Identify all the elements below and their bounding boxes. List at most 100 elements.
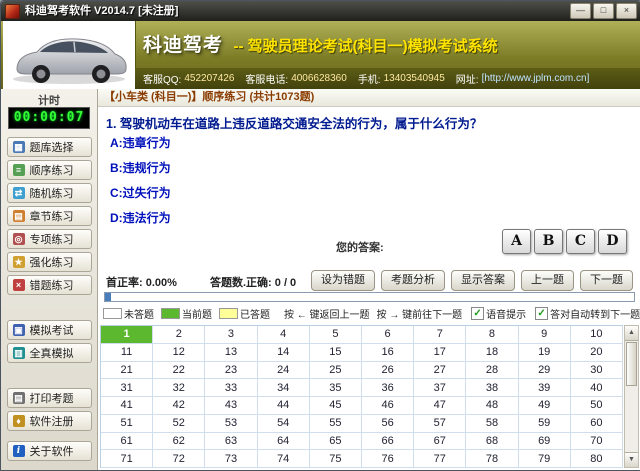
analysis-button[interactable]: 考题分析 [381,270,445,291]
grid-cell[interactable]: 67 [414,432,467,451]
grid-cell[interactable]: 78 [466,450,519,468]
grid-cell[interactable]: 72 [153,450,206,468]
sidebar-item-question-bank[interactable]: ▦ 题库选择 [6,137,92,157]
grid-cell[interactable]: 50 [570,397,623,415]
voice-checkbox[interactable]: ✓ [471,307,485,320]
site-link[interactable]: [http://www.jplm.com.cn] [482,73,590,84]
grid-cell[interactable]: 43 [205,397,258,415]
grid-cell[interactable]: 16 [362,343,415,362]
grid-cell[interactable]: 15 [309,343,362,362]
maximize-button[interactable]: □ [593,3,614,19]
grid-cell[interactable]: 63 [205,432,258,451]
grid-cell[interactable]: 29 [518,361,571,380]
grid-cell[interactable]: 34 [257,379,310,397]
grid-cell[interactable]: 9 [518,326,571,344]
grid-cell[interactable]: 28 [466,361,519,380]
sidebar-item-wrong-questions[interactable]: × 错题练习 [6,275,92,295]
grid-cell[interactable]: 25 [309,361,362,380]
grid-cell[interactable]: 14 [257,343,310,362]
grid-cell[interactable]: 17 [414,343,467,362]
show-answer-button[interactable]: 显示答案 [451,270,515,291]
grid-cell[interactable]: 32 [153,379,206,397]
grid-cell[interactable]: 13 [205,343,258,362]
grid-cell[interactable]: 19 [518,343,571,362]
grid-cell[interactable]: 46 [362,397,415,415]
grid-cell[interactable]: 2 [153,326,206,344]
grid-cell[interactable]: 61 [101,432,154,451]
next-question-button[interactable]: 下一题 [580,270,633,291]
grid-cell[interactable]: 22 [153,361,206,380]
grid-cell[interactable]: 55 [309,414,362,433]
grid-cell[interactable]: 57 [414,414,467,433]
grid-cell[interactable]: 77 [414,450,467,468]
grid-cell[interactable]: 21 [101,361,154,380]
grid-cell[interactable]: 8 [466,326,519,344]
sidebar-item-print-questions[interactable]: ▤ 打印考题 [6,388,92,408]
answer-c-button[interactable]: C [566,229,595,254]
grid-cell[interactable]: 59 [518,414,571,433]
grid-cell[interactable]: 4 [257,326,310,344]
grid-cell[interactable]: 31 [101,379,154,397]
grid-cell[interactable]: 79 [518,450,571,468]
grid-cell[interactable]: 48 [466,397,519,415]
grid-cell[interactable]: 65 [309,432,362,451]
answer-d-button[interactable]: D [598,229,627,254]
grid-cell[interactable]: 1 [101,326,154,344]
auto-next-checkbox[interactable]: ✓ [535,307,549,320]
grid-cell[interactable]: 24 [257,361,310,380]
grid-cell[interactable]: 64 [257,432,310,451]
answer-b-button[interactable]: B [534,229,563,254]
grid-cell[interactable]: 70 [570,432,623,451]
prev-question-button[interactable]: 上一题 [521,270,574,291]
grid-cell[interactable]: 74 [257,450,310,468]
grid-cell[interactable]: 49 [518,397,571,415]
grid-cell[interactable]: 35 [309,379,362,397]
grid-cell[interactable]: 42 [153,397,206,415]
sidebar-item-mock-exam[interactable]: ▣ 模拟考试 [6,320,92,340]
grid-cell[interactable]: 51 [101,414,154,433]
sidebar-item-chapter-practice[interactable]: ▤ 章节练习 [6,206,92,226]
grid-cell[interactable]: 3 [205,326,258,344]
grid-cell[interactable]: 11 [101,343,154,362]
grid-cell[interactable]: 37 [414,379,467,397]
grid-cell[interactable]: 33 [205,379,258,397]
grid-cell[interactable]: 54 [257,414,310,433]
sidebar-item-special-practice[interactable]: ◎ 专项练习 [6,229,92,249]
scroll-thumb[interactable] [626,342,637,386]
scroll-down-icon[interactable]: ▼ [625,452,638,467]
sidebar-item-random-practice[interactable]: ⇄ 随机练习 [6,183,92,203]
close-button[interactable]: × [616,3,637,19]
grid-cell[interactable]: 60 [570,414,623,433]
grid-cell[interactable]: 20 [570,343,623,362]
grid-cell[interactable]: 58 [466,414,519,433]
sidebar-item-sequential-practice[interactable]: ≡ 顺序练习 [6,160,92,180]
grid-cell[interactable]: 45 [309,397,362,415]
grid-cell[interactable]: 62 [153,432,206,451]
minimize-button[interactable]: — [570,3,591,19]
grid-cell[interactable]: 53 [205,414,258,433]
mark-wrong-button[interactable]: 设为错题 [311,270,375,291]
grid-cell[interactable]: 68 [466,432,519,451]
grid-cell[interactable]: 6 [362,326,415,344]
grid-cell[interactable]: 23 [205,361,258,380]
answer-a-button[interactable]: A [502,229,531,254]
grid-cell[interactable]: 66 [362,432,415,451]
grid-cell[interactable]: 75 [309,450,362,468]
sidebar-item-software-register[interactable]: ♦ 软件注册 [6,411,92,431]
grid-cell[interactable]: 76 [362,450,415,468]
grid-cell[interactable]: 69 [518,432,571,451]
grid-cell[interactable]: 73 [205,450,258,468]
grid-cell[interactable]: 10 [570,326,623,344]
grid-cell[interactable]: 40 [570,379,623,397]
grid-cell[interactable]: 44 [257,397,310,415]
grid-cell[interactable]: 56 [362,414,415,433]
grid-cell[interactable]: 30 [570,361,623,380]
grid-cell[interactable]: 5 [309,326,362,344]
grid-scrollbar[interactable]: ▲ ▼ [624,325,639,468]
scroll-up-icon[interactable]: ▲ [625,326,638,341]
grid-cell[interactable]: 18 [466,343,519,362]
grid-cell[interactable]: 36 [362,379,415,397]
grid-cell[interactable]: 41 [101,397,154,415]
grid-cell[interactable]: 7 [414,326,467,344]
grid-cell[interactable]: 38 [466,379,519,397]
